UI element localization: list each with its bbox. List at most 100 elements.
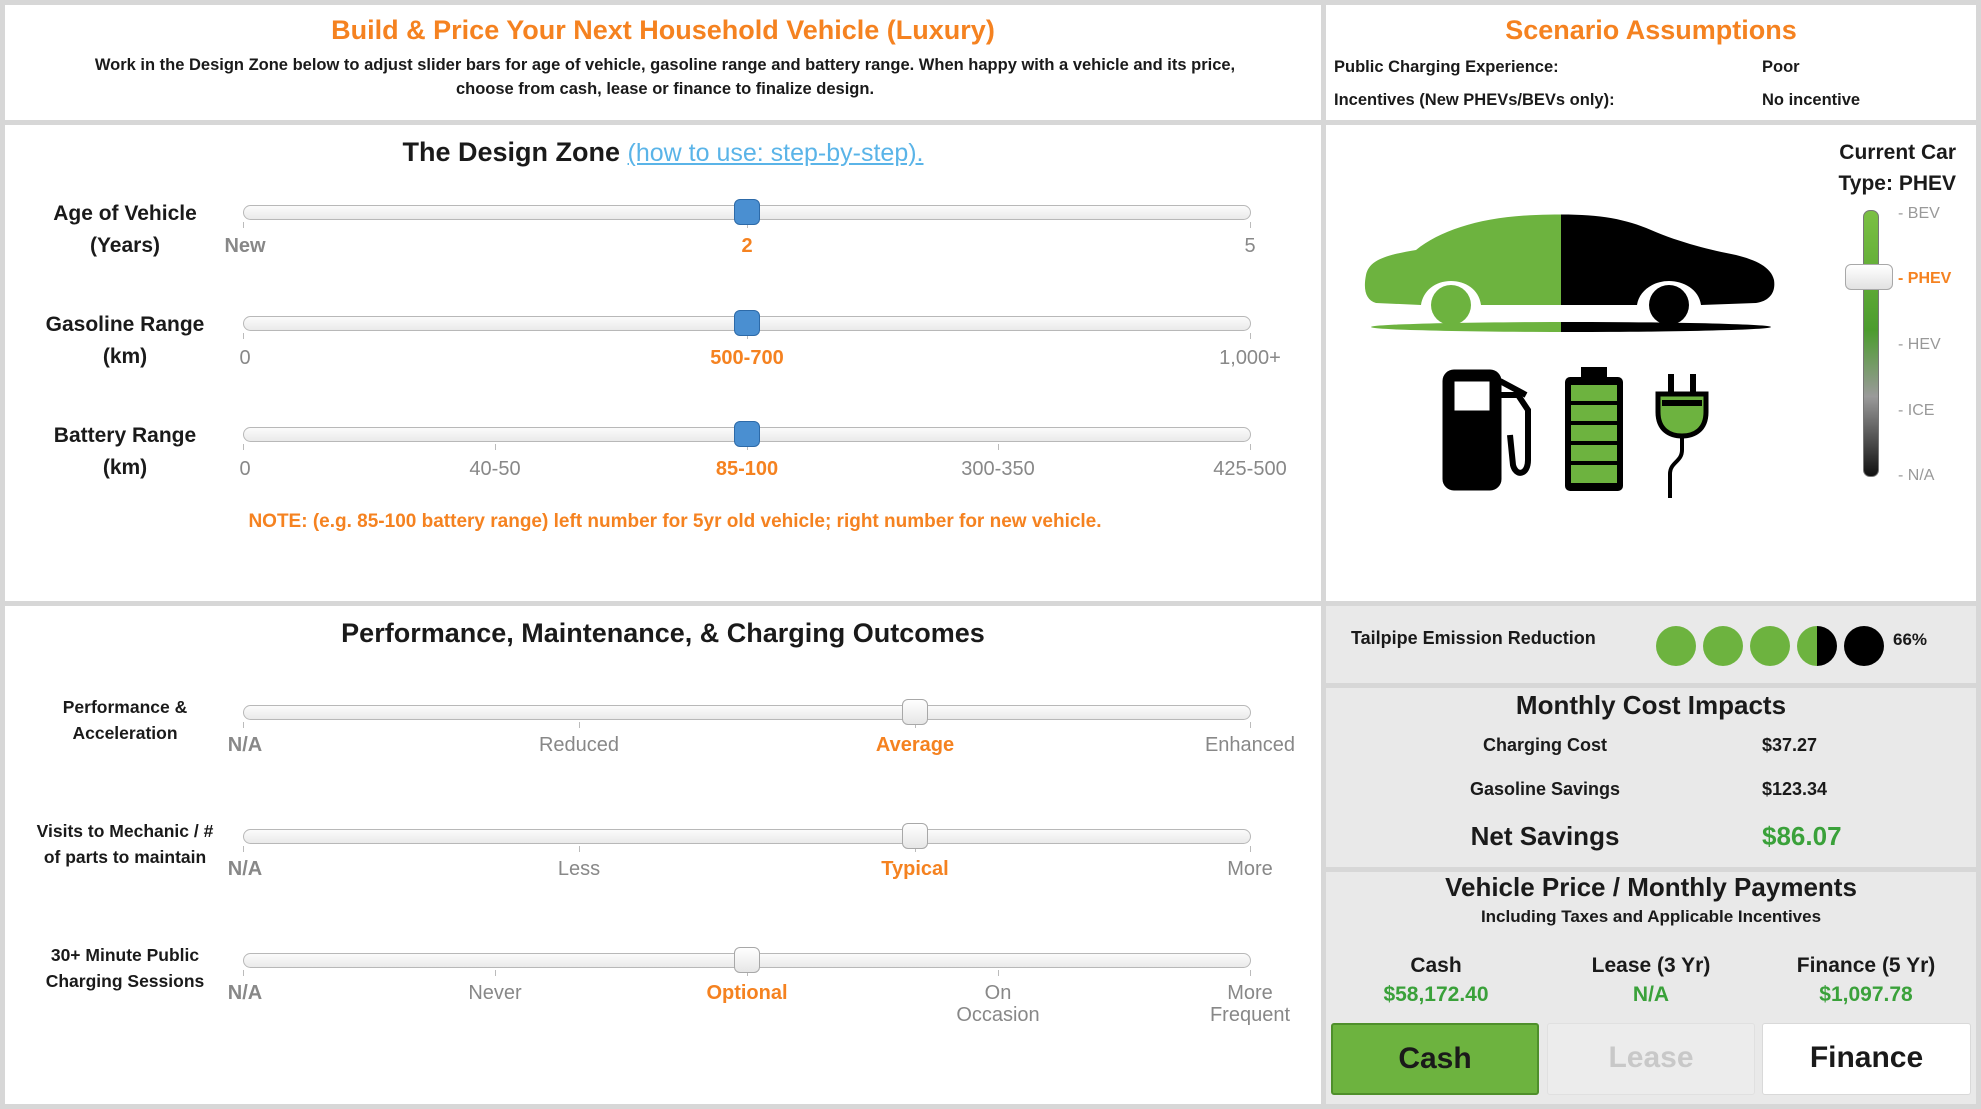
finance-label: Finance (5 Yr) [1796, 954, 1936, 977]
mechanic-scale-3: More [1227, 858, 1273, 880]
mechanic-slider-thumb[interactable] [902, 823, 928, 849]
how-to-use-link[interactable]: (how to use: step-by-step). [628, 139, 924, 167]
monthly-cost-panel: Monthly Cost Impacts Charging Cost $37.2… [1321, 683, 1981, 872]
tick [495, 970, 496, 976]
page-description: Work in the Design Zone below to adjust … [94, 56, 1236, 98]
gasoline-slider-label: Gasoline Range (km) [25, 309, 225, 373]
tick [243, 722, 244, 728]
price-title: Vehicle Price / Monthly Payments [1445, 872, 1857, 902]
car-type-hev: - HEV [1898, 336, 1941, 353]
charging-sessions-label-line2: Charging Sessions [45, 971, 205, 991]
battery-label-line2: (km) [102, 456, 148, 479]
car-type-phev: - PHEV [1898, 270, 1952, 287]
finance-button[interactable]: Finance [1762, 1023, 1971, 1095]
charging-sessions-label-line1: 30+ Minute Public [50, 945, 200, 965]
mechanic-slider-track[interactable] [243, 829, 1251, 844]
performance-slider-track[interactable] [243, 705, 1251, 720]
tick [243, 333, 244, 339]
age-slider-thumb[interactable] [734, 199, 760, 225]
cash-value: $58,172.40 [1383, 983, 1489, 1006]
battery-scale-4: 425-500 [1213, 458, 1287, 480]
page-title: Build & Price Your Next Household Vehicl… [331, 15, 995, 45]
current-car-label-line2: Type: PHEV [1838, 172, 1956, 195]
car-type-ice: - ICE [1898, 402, 1935, 419]
performance-label-line2: Acceleration [72, 723, 178, 743]
gasoline-slider-thumb[interactable] [734, 310, 760, 336]
tick [1250, 444, 1251, 450]
tick [1250, 722, 1251, 728]
lease-value: N/A [1632, 983, 1670, 1006]
tick [243, 970, 244, 976]
scenario-value-incentives: No incentive [1762, 91, 1861, 109]
mechanic-label: Visits to Mechanic / # of parts to maint… [15, 818, 235, 870]
charging-scale-0: N/A [227, 982, 263, 1004]
age-label-line2: (Years) [89, 234, 161, 257]
battery-slider-thumb[interactable] [734, 421, 760, 447]
battery-icon [1565, 367, 1623, 491]
car-type-bev: - BEV [1898, 205, 1940, 222]
design-zone-heading: The Design Zone [402, 137, 621, 167]
charging-scale-1: Never [468, 982, 522, 1004]
age-scale-selected: 2 [741, 235, 753, 257]
tick [1250, 222, 1251, 228]
charging-sessions-label: 30+ Minute Public Charging Sessions [15, 942, 235, 994]
car-type-na: - N/A [1898, 467, 1935, 484]
mechanic-scale-1: Less [557, 858, 601, 880]
performance-scale-0: N/A [227, 734, 263, 756]
price-subtitle: Including Taxes and Applicable Incentive… [1480, 907, 1822, 926]
charging-sessions-slider-thumb[interactable] [734, 947, 760, 973]
gasoline-scale-max: 1,000+ [1219, 347, 1281, 369]
cash-label: Cash [1410, 954, 1462, 977]
header-panel: Build & Price Your Next Household Vehicl… [0, 0, 1326, 125]
car-icon [1364, 214, 1775, 332]
design-zone-title: The Design Zone (how to use: step-by-ste… [5, 137, 1321, 168]
mechanic-label-line1: Visits to Mechanic / # [36, 821, 214, 841]
tick [243, 846, 244, 852]
performance-label: Performance & Acceleration [15, 694, 235, 746]
fuel-pump-icon [1442, 369, 1531, 491]
scenario-value-charging: Poor [1762, 58, 1800, 76]
gasoline-scale-min: 0 [239, 347, 251, 369]
emission-value: 66% [1893, 630, 1928, 649]
cash-button[interactable]: Cash [1331, 1023, 1539, 1095]
finance-value: $1,097.78 [1819, 983, 1913, 1006]
gasoline-label-line2: (km) [102, 345, 148, 368]
gasoline-savings-value: $123.34 [1762, 779, 1828, 799]
gasoline-savings-label: Gasoline Savings [1469, 779, 1621, 799]
car-type-slider-thumb[interactable] [1845, 264, 1893, 290]
performance-scale-3: Enhanced [1204, 734, 1296, 756]
battery-scale-0: 0 [239, 458, 251, 480]
charging-cost-value: $37.27 [1762, 735, 1818, 755]
charging-cost-label: Charging Cost [1483, 735, 1607, 755]
charging-scale-4: More Frequent [1209, 982, 1291, 1026]
battery-slider-label: Battery Range (km) [25, 420, 225, 484]
emission-panel: Tailpipe Emission Reduction 66% [1321, 601, 1981, 688]
emission-circle-empty [1844, 626, 1884, 666]
battery-scale-selected: 85-100 [715, 458, 779, 480]
battery-label-line1: Battery Range [53, 424, 197, 447]
emission-label: Tailpipe Emission Reduction [1351, 628, 1596, 648]
design-zone-note: NOTE: (e.g. 85-100 battery range) left n… [248, 511, 1102, 532]
age-scale-new: New [224, 235, 266, 257]
battery-scale-3: 300-350 [961, 458, 1035, 480]
age-label-line1: Age of Vehicle [53, 202, 197, 225]
gasoline-label-line1: Gasoline Range [45, 313, 205, 336]
tick [495, 444, 496, 450]
net-savings-label: Net Savings [1470, 821, 1620, 851]
mechanic-scale-0: N/A [227, 858, 263, 880]
car-type-slider-track[interactable] [1863, 210, 1879, 477]
charging-scale-3: On Occasion [956, 982, 1040, 1026]
performance-scale-selected: Average [875, 734, 955, 756]
lease-label: Lease (3 Yr) [1591, 954, 1711, 977]
monthly-title: Monthly Cost Impacts [1515, 690, 1787, 720]
age-scale-max: 5 [1244, 235, 1256, 257]
emission-circle-half [1797, 626, 1837, 666]
charging-scale-selected: Optional [706, 982, 788, 1004]
lease-button[interactable]: Lease [1547, 1023, 1755, 1095]
outcomes-title: Performance, Maintenance, & Charging Out… [341, 618, 985, 648]
net-savings-value: $86.07 [1762, 821, 1842, 851]
emission-circle-full [1656, 626, 1696, 666]
tick [1250, 846, 1251, 852]
tick [1250, 333, 1251, 339]
performance-slider-thumb[interactable] [902, 699, 928, 725]
